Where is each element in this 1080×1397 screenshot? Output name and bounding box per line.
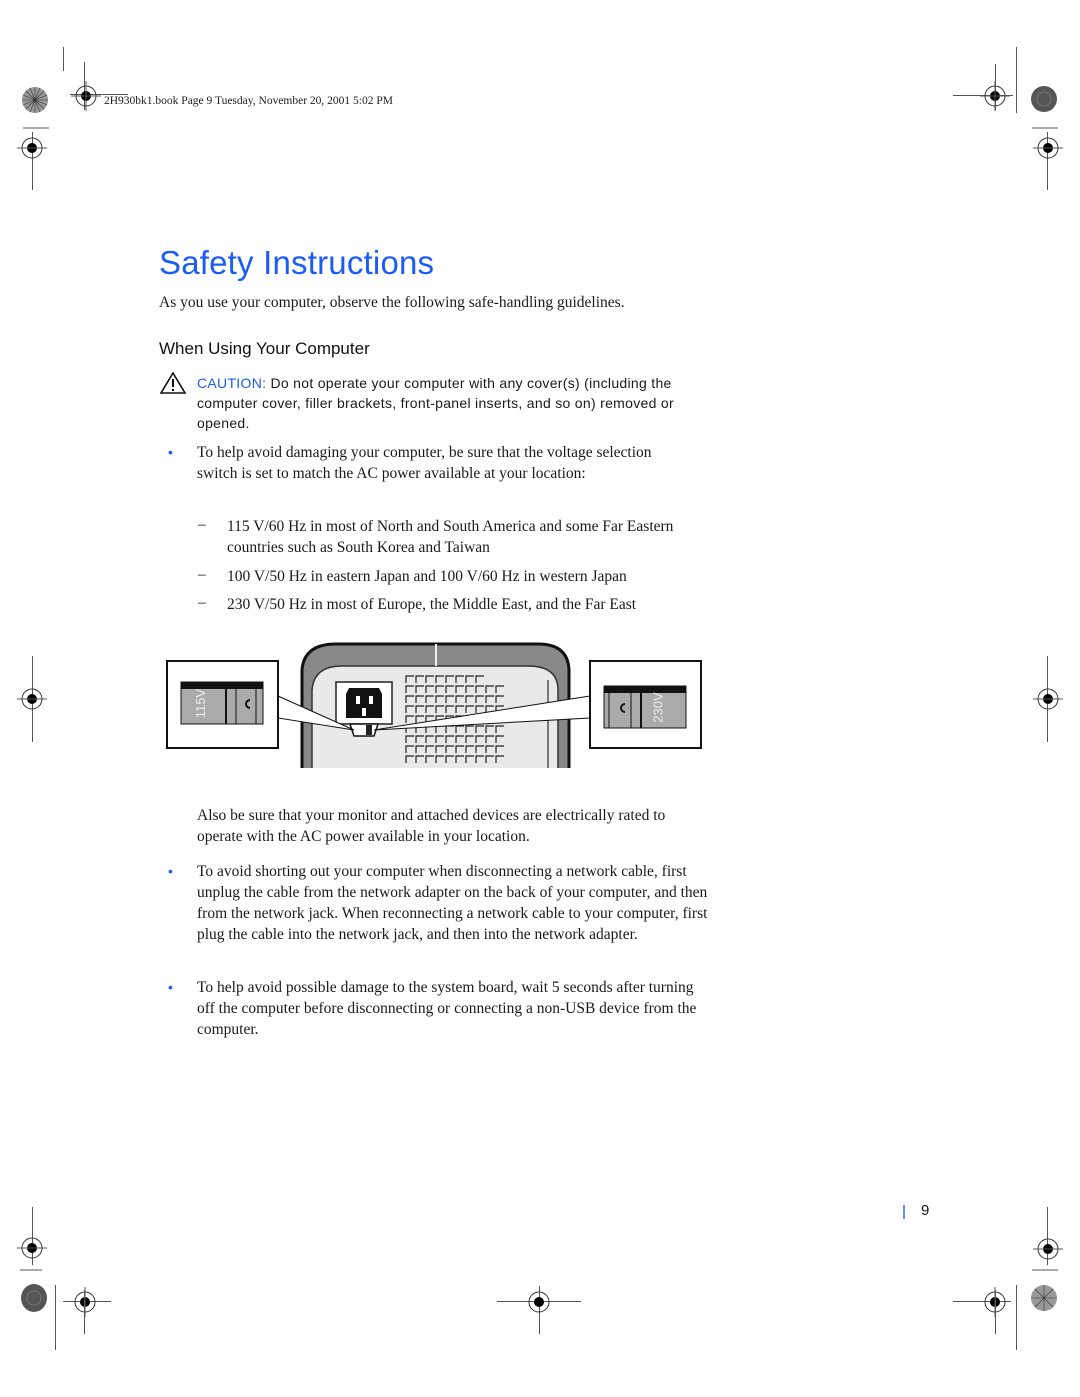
registration-target-icon <box>74 1287 96 1317</box>
voltage-item: 230 V/50 Hz in most of Europe, the Middl… <box>227 596 637 613</box>
page-title: Safety Instructions <box>159 244 435 281</box>
dash-icon: – <box>198 566 206 583</box>
print-header-meta: 2H930bk1.book Page 9 Tuesday, November 2… <box>104 95 393 107</box>
dash-icon: – <box>198 516 206 533</box>
computer-back-panel-illustration <box>166 642 702 768</box>
caution-note: CAUTION: Do not operate your computer wi… <box>197 373 717 433</box>
left-switch-label-wrap: 115V <box>192 688 222 720</box>
bullet-icon: • <box>168 979 173 995</box>
registration-target-icon <box>17 1237 47 1259</box>
registration-target-icon <box>17 137 47 159</box>
bullet-text: To help avoid possible damage to the sys… <box>197 979 697 1038</box>
voltage-switch-figure: 115V 230V <box>166 640 706 770</box>
registration-target-icon <box>1033 1238 1063 1260</box>
bullet-icon: • <box>168 863 173 879</box>
crop-line <box>23 127 49 129</box>
registration-target-icon <box>17 688 47 710</box>
starburst-target-icon <box>22 87 48 113</box>
starburst-target-icon <box>1031 1285 1057 1311</box>
right-switch-label-wrap: 230V <box>649 692 679 724</box>
crop-line <box>63 47 64 71</box>
crop-line <box>1032 1269 1058 1271</box>
crop-line <box>995 1290 996 1334</box>
registration-target-icon <box>1033 137 1063 159</box>
bullet-icon: • <box>168 444 173 460</box>
warning-triangle-icon <box>160 372 186 394</box>
switch-label-115v: 115V <box>193 688 209 719</box>
dash-icon: – <box>198 594 206 611</box>
voltage-item: 115 V/60 Hz in most of North and South A… <box>227 518 674 556</box>
crop-line <box>1016 1285 1017 1350</box>
section-heading: When Using Your Computer <box>159 339 370 358</box>
registration-target-icon <box>980 81 1010 111</box>
bullet-text: To avoid shorting out your computer when… <box>197 863 708 943</box>
follow-up-text: Also be sure that your monitor and attac… <box>197 807 666 845</box>
crop-line <box>55 1285 56 1350</box>
starburst-target-icon <box>21 1284 47 1312</box>
voltage-item: 100 V/50 Hz in eastern Japan and 100 V/6… <box>227 568 627 585</box>
registration-target-icon <box>71 81 101 111</box>
crop-line <box>20 1269 42 1271</box>
bullet-text: To help avoid damaging your computer, be… <box>197 444 652 482</box>
registration-target-icon <box>528 1291 550 1313</box>
intro-text: As you use your computer, observe the fo… <box>159 294 625 311</box>
registration-target-icon <box>1033 688 1063 710</box>
switch-label-230v: 230V <box>650 692 666 723</box>
caution-label: CAUTION: <box>197 375 267 391</box>
crop-line <box>1016 47 1017 113</box>
caution-text: Do not operate your computer with any co… <box>197 375 674 431</box>
crop-line <box>84 1290 85 1334</box>
starburst-target-icon <box>1031 86 1057 112</box>
page-number: 9 <box>921 1202 930 1219</box>
crop-line <box>1032 127 1058 129</box>
page-number-divider <box>903 1205 905 1219</box>
